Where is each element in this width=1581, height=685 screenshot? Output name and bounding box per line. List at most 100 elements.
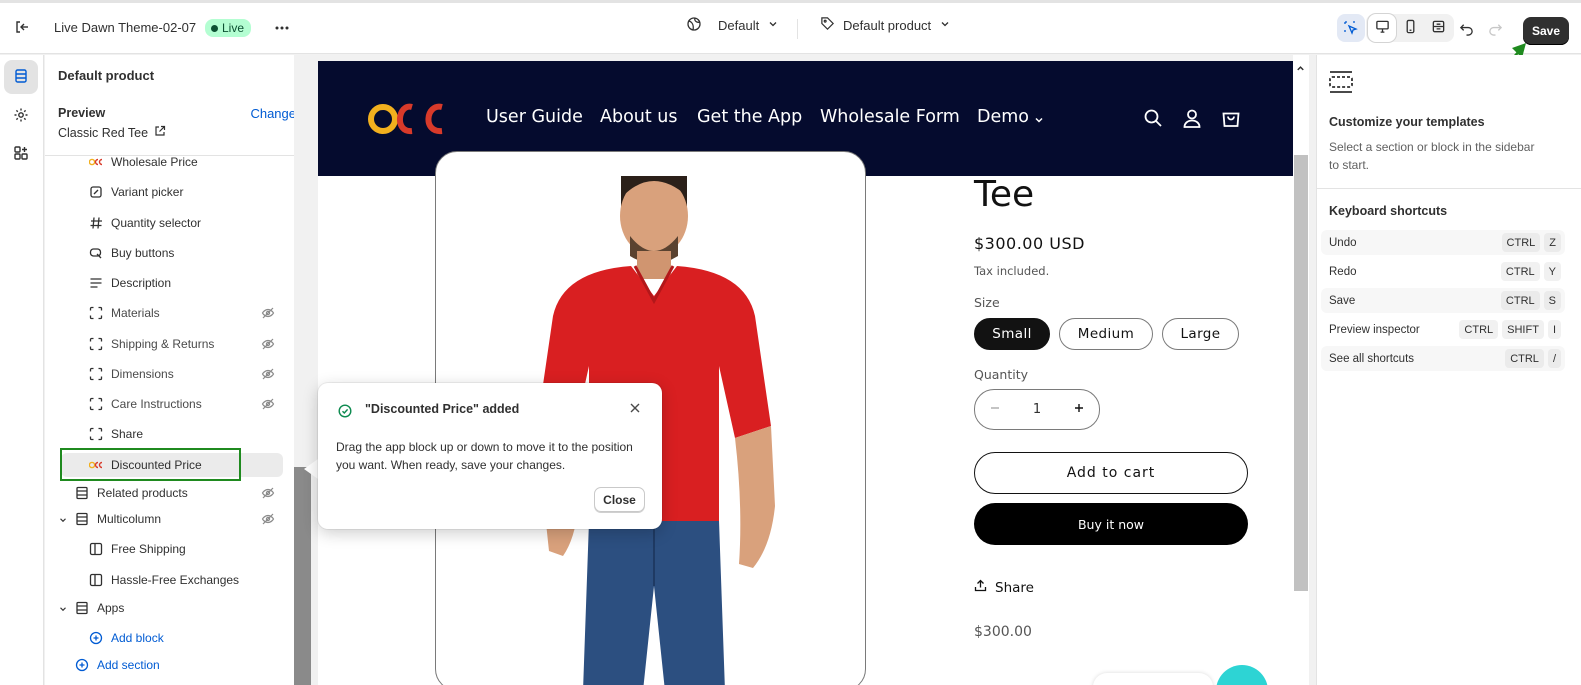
section-apps[interactable]: Apps [74, 596, 124, 620]
topbar-divider [797, 19, 798, 39]
expand-chevron-icon[interactable] [58, 513, 68, 528]
size-option-medium[interactable]: Medium [1059, 318, 1153, 350]
block-free-shipping[interactable]: Free Shipping [88, 537, 186, 561]
shortcut-row: Undo CTRL Z [1321, 230, 1565, 255]
chevron-down-icon [767, 18, 779, 33]
apps-icon [13, 145, 29, 164]
cart-icon[interactable] [1221, 108, 1241, 131]
block-label: Description [111, 276, 172, 290]
shortcut-row[interactable]: See all shortcuts CTRL / [1321, 346, 1565, 371]
expand-chevron-icon[interactable] [58, 602, 68, 617]
section-multicolumn[interactable]: Multicolumn [74, 507, 161, 531]
sections-tab[interactable] [4, 60, 38, 94]
fullscreen-view-button[interactable] [1424, 14, 1452, 42]
size-option-small[interactable]: Small [974, 318, 1050, 350]
dashed-block-icon [88, 396, 104, 412]
plus-icon[interactable] [1073, 402, 1085, 418]
scroll-up-chevron-icon[interactable] [1295, 62, 1306, 77]
desktop-view-button[interactable] [1368, 14, 1396, 42]
mobile-view-button[interactable] [1396, 14, 1424, 42]
key-cap: CTRL [1500, 262, 1540, 281]
inspector-toggle[interactable] [1337, 14, 1365, 42]
block-hassle-free-exchanges[interactable]: Hassle-Free Exchanges [88, 568, 239, 592]
eye-hidden-icon[interactable] [261, 397, 277, 413]
block-label: Materials [111, 306, 160, 320]
block-label: Dimensions [111, 367, 174, 381]
redo-button[interactable] [1481, 14, 1509, 42]
section-icon [74, 485, 90, 501]
block-materials[interactable]: Materials [88, 301, 160, 325]
shortcut-row: Save CTRL S [1321, 288, 1565, 313]
quantity-label: Quantity [974, 367, 1029, 382]
block-wholesale-price[interactable]: Wholesale Price [88, 150, 198, 174]
block-dimensions[interactable]: Dimensions [88, 362, 174, 386]
section-label: Related products [97, 486, 188, 500]
key-cap: Z [1544, 233, 1561, 252]
sidebar-scrollbar-thumb[interactable] [294, 467, 311, 685]
product-selector[interactable]: Default product [820, 16, 951, 34]
shortcut-label: Save [1329, 294, 1356, 307]
nav-user-guide[interactable]: User Guide [486, 107, 583, 127]
preview-product-link[interactable]: Classic Red Tee [58, 125, 166, 140]
size-option-large[interactable]: Large [1162, 318, 1239, 350]
exit-button[interactable] [8, 13, 36, 41]
account-icon[interactable] [1182, 108, 1202, 131]
eye-hidden-icon[interactable] [261, 486, 277, 502]
preview-scrollbar-thumb[interactable] [1294, 155, 1308, 591]
nav-wholesale-form[interactable]: Wholesale Form [820, 107, 960, 127]
add-block-button[interactable]: Add block [88, 626, 164, 650]
key-cap: I [1547, 320, 1561, 339]
more-actions-button[interactable] [268, 14, 296, 42]
change-preview-link[interactable]: Change [250, 106, 296, 121]
section-label: Apps [97, 601, 125, 615]
exit-icon [8, 13, 36, 41]
redo-icon [1481, 14, 1509, 42]
theme-settings-tab[interactable] [4, 99, 38, 133]
eye-hidden-icon[interactable] [261, 367, 277, 383]
close-button[interactable]: Close [594, 487, 645, 512]
nav-demo[interactable]: Demo [977, 107, 1029, 127]
key-cap: CTRL [1505, 349, 1544, 368]
template-selector[interactable]: Default [686, 16, 779, 35]
key-cap: / [1547, 349, 1561, 368]
block-label: Care Instructions [111, 397, 202, 411]
minus-icon[interactable] [989, 402, 1001, 418]
search-icon[interactable] [1143, 108, 1163, 131]
external-link-icon [154, 125, 166, 140]
panel-divider [1317, 188, 1581, 189]
block-variant-picker[interactable]: Variant picker [88, 180, 183, 204]
share-button[interactable]: Share [974, 579, 1034, 596]
buy-now-button[interactable]: Buy it now [974, 503, 1248, 545]
store-logo[interactable] [368, 99, 448, 142]
column-icon [88, 572, 104, 588]
floating-widget[interactable] [1216, 665, 1268, 685]
quantity-value[interactable]: 1 [1033, 402, 1041, 417]
block-quantity-selector[interactable]: Quantity selector [88, 211, 201, 235]
osc-app-icon [88, 154, 104, 170]
block-buy-buttons[interactable]: Buy buttons [88, 241, 174, 265]
live-badge-label: Live [222, 21, 245, 35]
block-description[interactable]: Description [88, 271, 171, 295]
undo-button[interactable] [1452, 14, 1480, 42]
block-share[interactable]: Share [88, 422, 143, 446]
block-shipping-returns[interactable]: Shipping & Returns [88, 332, 214, 356]
store-preview: User Guide About us Get the App Wholesal… [318, 61, 1293, 685]
section-icon [74, 600, 90, 616]
block-label: Quantity selector [111, 216, 202, 230]
nav-about-us[interactable]: About us [600, 107, 678, 127]
globe-icon [686, 16, 702, 35]
section-icon [74, 511, 90, 527]
nav-get-the-app[interactable]: Get the App [697, 107, 802, 127]
block-care-instructions[interactable]: Care Instructions [88, 392, 202, 416]
dashed-block-icon [88, 336, 104, 352]
eye-hidden-icon[interactable] [261, 306, 277, 322]
eye-hidden-icon[interactable] [261, 512, 277, 528]
section-related-products[interactable]: Related products [74, 481, 188, 505]
add-section-button[interactable]: Add section [74, 653, 160, 677]
block-label: Hassle-Free Exchanges [111, 573, 240, 587]
eye-hidden-icon[interactable] [261, 337, 277, 353]
close-icon[interactable] [629, 402, 641, 417]
app-embeds-tab[interactable] [4, 137, 38, 171]
add-to-cart-button[interactable]: Add to cart [974, 452, 1248, 494]
popover-body: Drag the app block up or down to move it… [336, 440, 633, 472]
